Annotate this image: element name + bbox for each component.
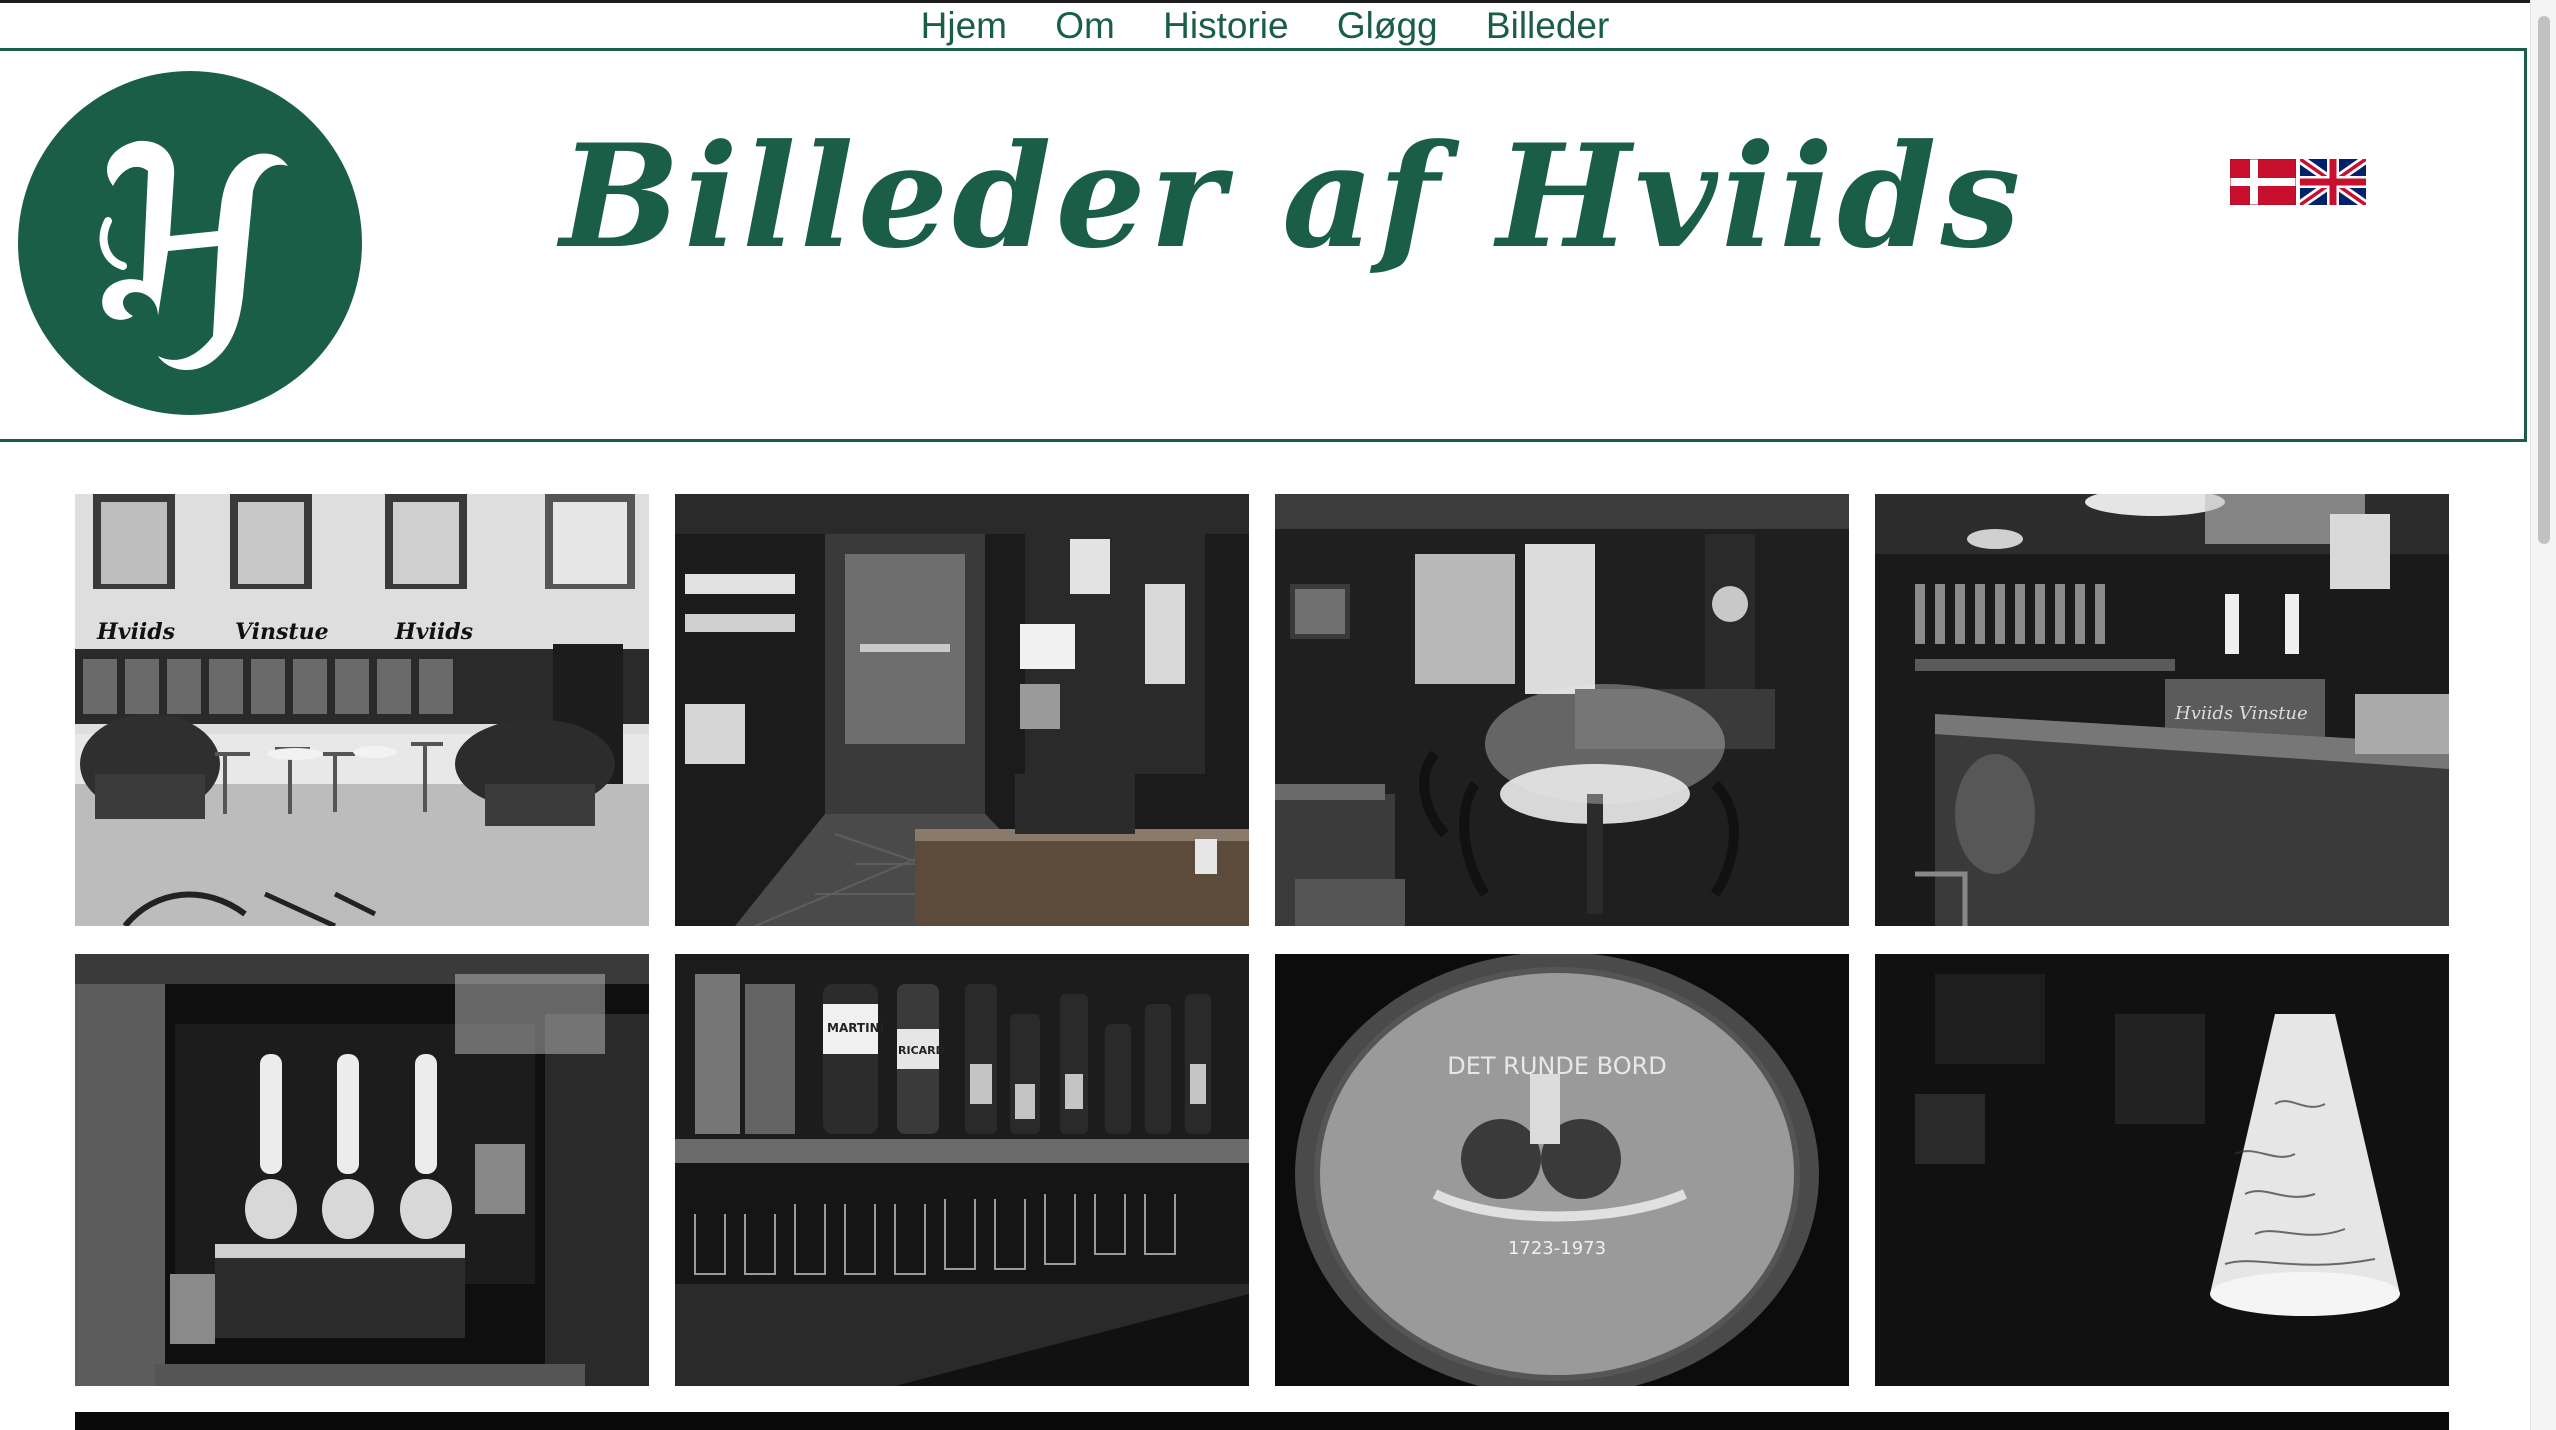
next-row-photo-strip xyxy=(75,1412,2449,1430)
language-switcher xyxy=(2230,159,2366,207)
site-header: Billeder af Hviids xyxy=(0,48,2527,442)
lamp-image xyxy=(1875,954,2449,1386)
gallery-photo-interior-hall[interactable] xyxy=(675,494,1249,926)
gallery-photo-beer-taps[interactable] xyxy=(75,954,649,1386)
danish-flag-icon[interactable] xyxy=(2230,159,2296,205)
page-scrollbar[interactable] xyxy=(2530,0,2556,1430)
hviids-logo[interactable] xyxy=(18,71,362,415)
nav-item-historie[interactable]: Historie xyxy=(1163,4,1288,48)
det-runde-bord-image: DET RUNDE BORD 1723-1973 xyxy=(1275,954,1849,1386)
nav-item-billeder[interactable]: Billeder xyxy=(1486,4,1609,48)
bottle-label-martini: MARTINI xyxy=(827,1021,884,1035)
gallery-photo-bottles-shelf[interactable]: MARTINI RICARD xyxy=(675,954,1249,1386)
interior-hall-image xyxy=(675,494,1249,926)
sign-mid: Vinstue xyxy=(235,619,329,645)
bar-sign: Hviids Vinstue xyxy=(2174,703,2308,724)
sign-right: Hviids xyxy=(394,619,473,645)
bottle-label-ricard: RICARD xyxy=(898,1044,945,1057)
british-flag-icon[interactable] xyxy=(2300,159,2366,205)
gallery-photo-bar-counter[interactable]: Hviids Vinstue xyxy=(1875,494,2449,926)
scrollbar-thumb[interactable] xyxy=(2538,16,2550,544)
gallery-photo-lamp[interactable] xyxy=(1875,954,2449,1386)
page-title: Billeder af Hviids xyxy=(560,114,2025,280)
round-table-room-image xyxy=(1275,494,1849,926)
beer-taps-image xyxy=(75,954,649,1386)
bar-counter-image: Hviids Vinstue xyxy=(1875,494,2449,926)
storefront-image: Hviids Vinstue Hviids xyxy=(75,494,649,926)
gallery-photo-det-runde-bord[interactable]: DET RUNDE BORD 1723-1973 xyxy=(1275,954,1849,1386)
page: Hjem Om Historie Gløgg Billeder Billeder… xyxy=(0,0,2556,1430)
nav-item-glogg[interactable]: Gløgg xyxy=(1337,4,1438,48)
gallery-photo-storefront[interactable]: Hviids Vinstue Hviids xyxy=(75,494,649,926)
sign-left: Hviids xyxy=(96,619,175,645)
main-nav: Hjem Om Historie Gløgg Billeder xyxy=(0,4,2530,48)
table-years: 1723-1973 xyxy=(1508,1238,1606,1259)
top-rule xyxy=(0,0,2556,3)
gallery-photo-round-table-room[interactable] xyxy=(1275,494,1849,926)
nav-item-hjem[interactable]: Hjem xyxy=(921,4,1007,48)
logo-letter-h-icon xyxy=(99,140,288,371)
bottles-shelf-image: MARTINI RICARD xyxy=(675,954,1249,1386)
nav-item-om[interactable]: Om xyxy=(1055,4,1115,48)
